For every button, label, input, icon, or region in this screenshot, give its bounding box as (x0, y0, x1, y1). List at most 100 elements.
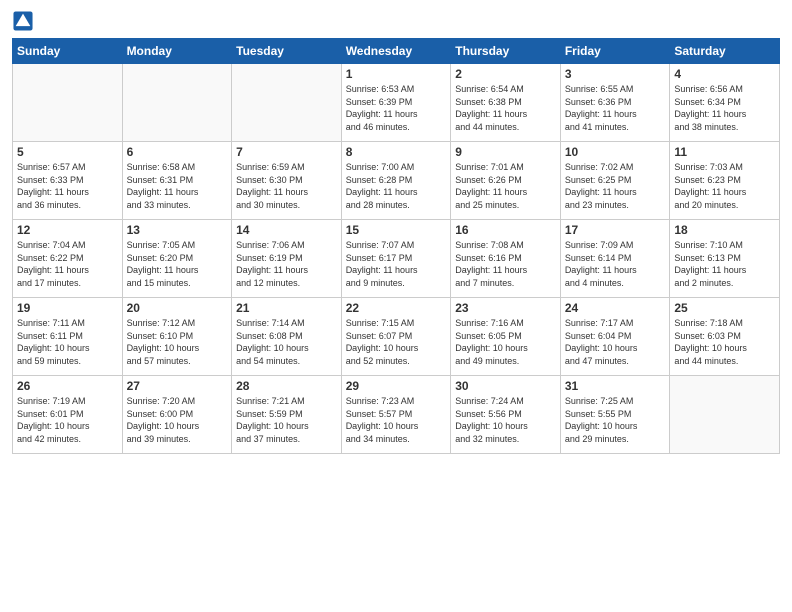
day-info: Sunrise: 7:21 AM Sunset: 5:59 PM Dayligh… (236, 395, 337, 445)
day-number: 16 (455, 223, 556, 237)
day-cell: 25Sunrise: 7:18 AM Sunset: 6:03 PM Dayli… (670, 298, 780, 376)
day-info: Sunrise: 7:23 AM Sunset: 5:57 PM Dayligh… (346, 395, 447, 445)
page-container: SundayMondayTuesdayWednesdayThursdayFrid… (0, 0, 792, 462)
day-cell: 9 Sunrise: 7:01 AM Sunset: 6:26 PM Daylig… (451, 142, 561, 220)
day-info: Sunrise: 6:57 AM Sunset: 6:33 PM Dayligh… (17, 161, 118, 211)
day-cell: 27Sunrise: 7:20 AM Sunset: 6:00 PM Dayli… (122, 376, 232, 454)
day-cell: 2Sunrise: 6:54 AM Sunset: 6:38 PM Daylig… (451, 64, 561, 142)
calendar-body: 1 Sunrise: 6:53 AM Sunset: 6:39 PM Daylig… (13, 64, 780, 454)
day-number: 30 (455, 379, 556, 393)
day-info: Sunrise: 7:20 AM Sunset: 6:00 PM Dayligh… (127, 395, 228, 445)
day-number: 29 (346, 379, 447, 393)
day-info: Sunrise: 7:11 AM Sunset: 6:11 PM Dayligh… (17, 317, 118, 367)
day-number: 31 (565, 379, 666, 393)
day-cell: 28 Sunrise: 7:21 AM Sunset: 5:59 PM Dayli… (232, 376, 342, 454)
day-info: Sunrise: 6:53 AM Sunset: 6:39 PM Dayligh… (346, 83, 447, 133)
day-cell: 11 Sunrise: 7:03 AM Sunset: 6:23 PM Dayli… (670, 142, 780, 220)
day-cell: 21 Sunrise: 7:14 AM Sunset: 6:08 PM Dayli… (232, 298, 342, 376)
day-info: Sunrise: 7:16 AM Sunset: 6:05 PM Dayligh… (455, 317, 556, 367)
day-cell: 17 Sunrise: 7:09 AM Sunset: 6:14 PM Dayli… (560, 220, 670, 298)
day-cell: 22 Sunrise: 7:15 AM Sunset: 6:07 PM Dayli… (341, 298, 451, 376)
logo-icon (12, 10, 34, 32)
day-number: 28 (236, 379, 337, 393)
day-cell: 18 Sunrise: 7:10 AM Sunset: 6:13 PM Dayli… (670, 220, 780, 298)
day-header-wednesday: Wednesday (341, 39, 451, 64)
calendar-header: SundayMondayTuesdayWednesdayThursdayFrid… (13, 39, 780, 64)
day-info: Sunrise: 7:04 AM Sunset: 6:22 PM Dayligh… (17, 239, 118, 289)
day-number: 17 (565, 223, 666, 237)
day-cell: 5 Sunrise: 6:57 AM Sunset: 6:33 PM Daylig… (13, 142, 123, 220)
week-row-2: 12Sunrise: 7:04 AM Sunset: 6:22 PM Dayli… (13, 220, 780, 298)
day-number: 9 (455, 145, 556, 159)
day-info: Sunrise: 7:10 AM Sunset: 6:13 PM Dayligh… (674, 239, 775, 289)
day-info: Sunrise: 7:01 AM Sunset: 6:26 PM Dayligh… (455, 161, 556, 211)
day-number: 3 (565, 67, 666, 81)
day-cell: 3 Sunrise: 6:55 AM Sunset: 6:36 PM Daylig… (560, 64, 670, 142)
day-cell: 23 Sunrise: 7:16 AM Sunset: 6:05 PM Dayli… (451, 298, 561, 376)
day-cell: 19Sunrise: 7:11 AM Sunset: 6:11 PM Dayli… (13, 298, 123, 376)
header-row: SundayMondayTuesdayWednesdayThursdayFrid… (13, 39, 780, 64)
day-info: Sunrise: 6:58 AM Sunset: 6:31 PM Dayligh… (127, 161, 228, 211)
day-number: 26 (17, 379, 118, 393)
day-cell: 14 Sunrise: 7:06 AM Sunset: 6:19 PM Dayli… (232, 220, 342, 298)
day-info: Sunrise: 7:07 AM Sunset: 6:17 PM Dayligh… (346, 239, 447, 289)
day-header-tuesday: Tuesday (232, 39, 342, 64)
day-info: Sunrise: 7:12 AM Sunset: 6:10 PM Dayligh… (127, 317, 228, 367)
day-info: Sunrise: 7:25 AM Sunset: 5:55 PM Dayligh… (565, 395, 666, 445)
day-info: Sunrise: 7:15 AM Sunset: 6:07 PM Dayligh… (346, 317, 447, 367)
day-number: 20 (127, 301, 228, 315)
day-header-thursday: Thursday (451, 39, 561, 64)
day-info: Sunrise: 7:06 AM Sunset: 6:19 PM Dayligh… (236, 239, 337, 289)
day-number: 6 (127, 145, 228, 159)
day-info: Sunrise: 7:18 AM Sunset: 6:03 PM Dayligh… (674, 317, 775, 367)
day-info: Sunrise: 7:14 AM Sunset: 6:08 PM Dayligh… (236, 317, 337, 367)
week-row-1: 5 Sunrise: 6:57 AM Sunset: 6:33 PM Daylig… (13, 142, 780, 220)
day-info: Sunrise: 7:02 AM Sunset: 6:25 PM Dayligh… (565, 161, 666, 211)
day-number: 4 (674, 67, 775, 81)
day-info: Sunrise: 6:55 AM Sunset: 6:36 PM Dayligh… (565, 83, 666, 133)
day-cell: 8 Sunrise: 7:00 AM Sunset: 6:28 PM Daylig… (341, 142, 451, 220)
day-cell: 7Sunrise: 6:59 AM Sunset: 6:30 PM Daylig… (232, 142, 342, 220)
day-info: Sunrise: 7:09 AM Sunset: 6:14 PM Dayligh… (565, 239, 666, 289)
day-cell: 24Sunrise: 7:17 AM Sunset: 6:04 PM Dayli… (560, 298, 670, 376)
day-cell: 4 Sunrise: 6:56 AM Sunset: 6:34 PM Daylig… (670, 64, 780, 142)
day-info: Sunrise: 7:24 AM Sunset: 5:56 PM Dayligh… (455, 395, 556, 445)
day-info: Sunrise: 7:03 AM Sunset: 6:23 PM Dayligh… (674, 161, 775, 211)
day-number: 24 (565, 301, 666, 315)
day-cell: 1 Sunrise: 6:53 AM Sunset: 6:39 PM Daylig… (341, 64, 451, 142)
day-cell (122, 64, 232, 142)
day-cell (13, 64, 123, 142)
day-cell: 15 Sunrise: 7:07 AM Sunset: 6:17 PM Dayli… (341, 220, 451, 298)
day-info: Sunrise: 6:59 AM Sunset: 6:30 PM Dayligh… (236, 161, 337, 211)
day-cell: 16 Sunrise: 7:08 AM Sunset: 6:16 PM Dayli… (451, 220, 561, 298)
day-number: 21 (236, 301, 337, 315)
day-info: Sunrise: 6:56 AM Sunset: 6:34 PM Dayligh… (674, 83, 775, 133)
day-cell: 6 Sunrise: 6:58 AM Sunset: 6:31 PM Daylig… (122, 142, 232, 220)
day-cell: 10 Sunrise: 7:02 AM Sunset: 6:25 PM Dayli… (560, 142, 670, 220)
day-number: 14 (236, 223, 337, 237)
week-row-3: 19Sunrise: 7:11 AM Sunset: 6:11 PM Dayli… (13, 298, 780, 376)
day-cell: 31 Sunrise: 7:25 AM Sunset: 5:55 PM Dayli… (560, 376, 670, 454)
day-cell: 29 Sunrise: 7:23 AM Sunset: 5:57 PM Dayli… (341, 376, 451, 454)
day-number: 22 (346, 301, 447, 315)
day-number: 15 (346, 223, 447, 237)
day-info: Sunrise: 7:19 AM Sunset: 6:01 PM Dayligh… (17, 395, 118, 445)
day-number: 18 (674, 223, 775, 237)
day-number: 5 (17, 145, 118, 159)
day-number: 8 (346, 145, 447, 159)
day-number: 11 (674, 145, 775, 159)
day-info: Sunrise: 7:08 AM Sunset: 6:16 PM Dayligh… (455, 239, 556, 289)
day-info: Sunrise: 7:00 AM Sunset: 6:28 PM Dayligh… (346, 161, 447, 211)
day-cell: 26 Sunrise: 7:19 AM Sunset: 6:01 PM Dayli… (13, 376, 123, 454)
day-number: 1 (346, 67, 447, 81)
logo (12, 10, 36, 32)
header (12, 10, 780, 32)
day-number: 23 (455, 301, 556, 315)
calendar-table: SundayMondayTuesdayWednesdayThursdayFrid… (12, 38, 780, 454)
day-header-sunday: Sunday (13, 39, 123, 64)
day-cell: 13Sunrise: 7:05 AM Sunset: 6:20 PM Dayli… (122, 220, 232, 298)
day-header-monday: Monday (122, 39, 232, 64)
day-number: 10 (565, 145, 666, 159)
day-info: Sunrise: 7:05 AM Sunset: 6:20 PM Dayligh… (127, 239, 228, 289)
day-header-saturday: Saturday (670, 39, 780, 64)
